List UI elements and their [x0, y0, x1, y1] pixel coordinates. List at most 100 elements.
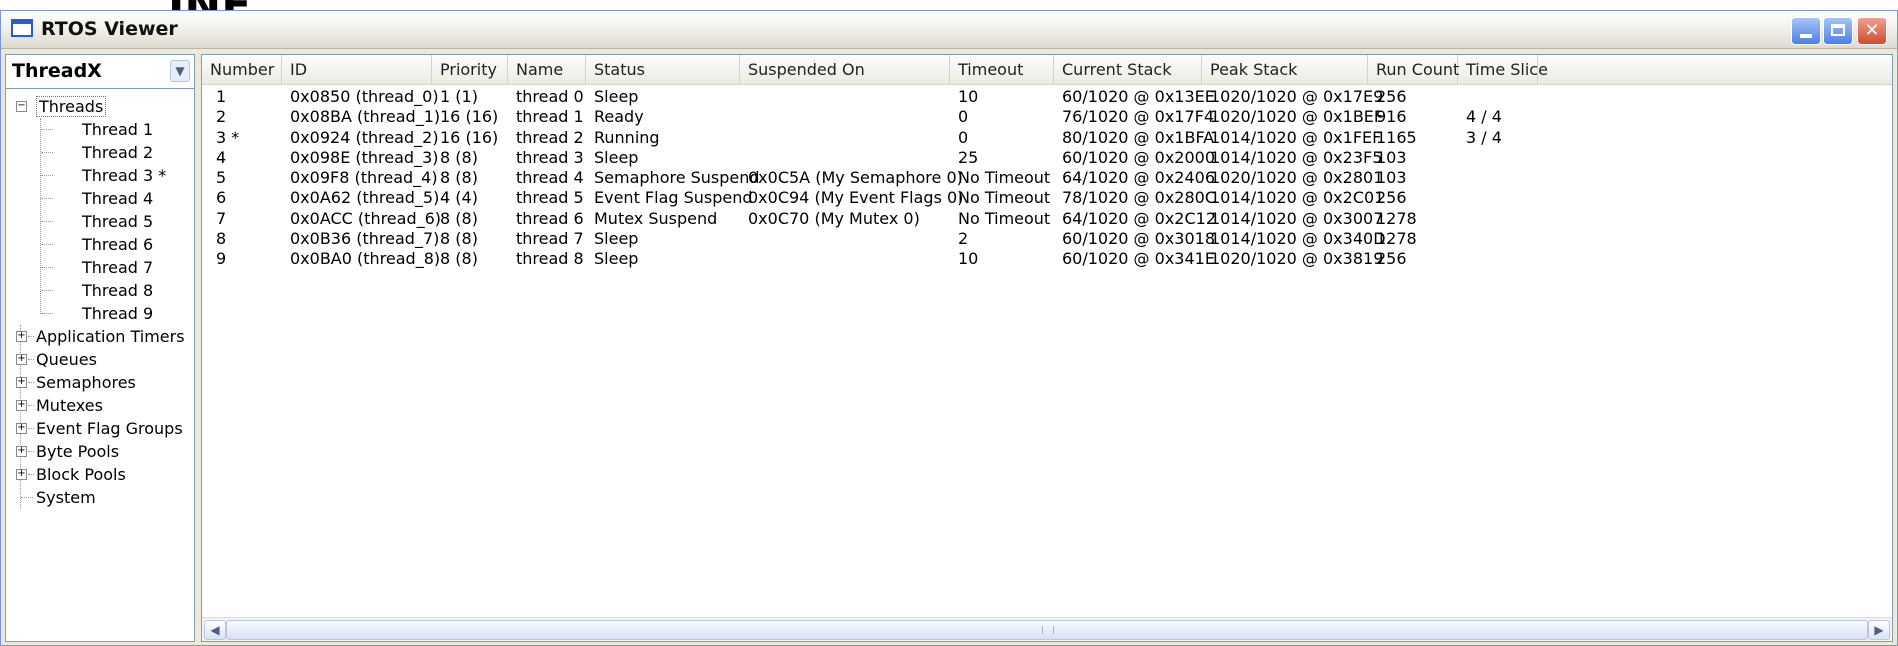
table-cell: 0x08BA (thread_1): [290, 107, 441, 127]
tree-item-group[interactable]: + Queues: [6, 348, 194, 371]
table-cell: Sleep: [594, 249, 639, 269]
table-cell: thread 5: [516, 188, 584, 208]
table-row[interactable]: 1 0x0850 (thread_0) 1 (1) thread 0 Sleep 10 60…: [202, 87, 1892, 107]
expand-icon[interactable]: +: [16, 400, 27, 411]
close-button[interactable]: ✕: [1857, 17, 1887, 45]
tree-item-group[interactable]: + Semaphores: [6, 371, 194, 394]
table-row[interactable]: 6 0x0A62 (thread_5) 4 (4) thread 5 Event Fla…: [202, 188, 1892, 208]
expand-icon[interactable]: +: [16, 354, 27, 365]
expand-icon[interactable]: +: [16, 423, 27, 434]
tree-item-thread[interactable]: Thread 5: [6, 210, 194, 233]
tree-item-threads[interactable]: − Threads: [6, 95, 194, 118]
table-row[interactable]: 3 * 0x0924 (thread_2) 16 (16) thread 2 Runni…: [202, 128, 1892, 148]
table-cell: thread 6: [516, 208, 584, 228]
table-cell: 8 (8): [440, 249, 478, 269]
expand-icon[interactable]: +: [16, 377, 27, 388]
table-cell: 64/1020 @ 0x2C12: [1062, 208, 1216, 228]
column-header[interactable]: Suspended On: [740, 55, 950, 84]
table-cell: 8 (8): [440, 208, 478, 228]
tree-label-thread: Thread 6: [82, 235, 154, 254]
table-row[interactable]: 4 0x098E (thread_3) 8 (8) thread 3 Sleep 25 60…: [202, 148, 1892, 168]
scrollbar-grip: [1042, 626, 1054, 634]
expand-icon[interactable]: +: [16, 469, 27, 480]
table-row[interactable]: 9 0x0BA0 (thread_8) 8 (8) thread 8 Sleep 10 60…: [202, 249, 1892, 269]
tree-item-thread[interactable]: Thread 4: [6, 187, 194, 210]
arrow-right-icon[interactable]: ▶: [1868, 620, 1890, 640]
expand-icon[interactable]: +: [16, 331, 27, 342]
tree-connector: [21, 497, 33, 498]
tree-label-system: System: [36, 488, 96, 507]
table-cell: 80/1020 @ 0x1BFA: [1062, 127, 1215, 147]
column-header[interactable]: ID: [282, 55, 432, 84]
table-cell: 256: [1376, 87, 1407, 106]
tree-connector: [28, 405, 34, 406]
column-header[interactable]: Current Stack: [1054, 55, 1202, 84]
tree-label-threads: Threads: [36, 96, 107, 117]
table-cell: 2: [958, 229, 969, 249]
column-header[interactable]: Peak Stack: [1202, 55, 1368, 84]
table-cell: 1014/1020 @ 0x1FEF: [1210, 127, 1382, 147]
horizontal-scrollbar[interactable]: ◀ ▶: [202, 617, 1892, 641]
tree-label-group: Event Flag Groups: [36, 419, 183, 438]
tree-item-thread[interactable]: Thread 6: [6, 233, 194, 256]
tree-label-thread: Thread 7: [82, 258, 154, 277]
table-row[interactable]: 7 0x0ACC (thread_6) 8 (8) thread 6 Mutex Sus…: [202, 209, 1892, 229]
tree-item-group[interactable]: + Block Pools: [6, 463, 194, 486]
tree-item-thread[interactable]: Thread 2: [6, 141, 194, 164]
table-row[interactable]: 8 0x0B36 (thread_7) 8 (8) thread 7 Sleep 2 60/…: [202, 229, 1892, 249]
tree-item-group[interactable]: + Application Timers: [6, 325, 194, 348]
scrollbar-thumb[interactable]: [226, 620, 1868, 640]
minimize-button[interactable]: [1791, 17, 1821, 45]
tree-item-thread[interactable]: Thread 9: [6, 302, 194, 325]
table-cell: 1014/1020 @ 0x3007: [1210, 208, 1384, 228]
table-cell: 1014/1020 @ 0x23F5: [1210, 147, 1383, 167]
tree-item-thread[interactable]: Thread 1: [6, 118, 194, 141]
title-bar[interactable]: RTOS Viewer ✕: [1, 11, 1897, 49]
column-header[interactable]: Timeout: [950, 55, 1054, 84]
tree-label-thread: Thread 8: [82, 281, 154, 300]
column-header[interactable]: Priority: [432, 55, 508, 84]
tree-label-thread: Thread 1: [82, 120, 154, 139]
minimize-icon: [1800, 34, 1812, 38]
tree-connector: [28, 336, 34, 337]
tree-item-group[interactable]: + Byte Pools: [6, 440, 194, 463]
table-row[interactable]: 2 0x08BA (thread_1) 16 (16) thread 1 Ready 0 7…: [202, 107, 1892, 127]
column-header[interactable]: Time Slice: [1458, 55, 1548, 84]
column-header[interactable]: Status: [586, 55, 740, 84]
tree-connector: [41, 267, 53, 268]
tree-item-thread[interactable]: Thread 8: [6, 279, 194, 302]
tree-connector: [41, 198, 53, 199]
tree-label-group: Byte Pools: [36, 442, 120, 461]
tree-item-group[interactable]: + Event Flag Groups: [6, 417, 194, 440]
table-cell: 60/1020 @ 0x2000: [1062, 147, 1216, 167]
tree-item-system[interactable]: System: [6, 486, 194, 509]
tree-connector: [28, 428, 34, 429]
table-cell: 1165: [1376, 127, 1417, 147]
table-cell: 3 / 4: [1466, 127, 1502, 147]
object-tree: − Threads Thread 1 Thread 2 Thread 3 * Thread…: [6, 95, 194, 509]
expand-icon[interactable]: +: [16, 446, 27, 457]
rtos-select[interactable]: ThreadX ▼: [6, 55, 194, 89]
table-cell: 4 / 4: [1466, 107, 1502, 127]
table-cell: 8 (8): [440, 229, 478, 249]
tree-item-thread[interactable]: Thread 7: [6, 256, 194, 279]
table-row[interactable]: 5 0x09F8 (thread_4) 8 (8) thread 4 Semaphore…: [202, 168, 1892, 188]
column-header[interactable]: Run Count: [1368, 55, 1459, 84]
tree-item-thread[interactable]: Thread 3 *: [6, 164, 194, 187]
tree-item-group[interactable]: + Mutexes: [6, 394, 194, 417]
table-cell: 64/1020 @ 0x2406: [1062, 168, 1216, 188]
chevron-down-icon[interactable]: ▼: [170, 60, 190, 82]
table-cell: Running: [594, 127, 660, 147]
column-header[interactable]: Name: [508, 55, 586, 84]
column-header[interactable]: Number: [202, 55, 282, 84]
table-cell: Ready: [594, 107, 644, 127]
arrow-left-icon[interactable]: ◀: [204, 620, 226, 640]
table-cell: Sleep: [594, 147, 639, 167]
table-cell: 76/1020 @ 0x17F4: [1062, 107, 1215, 127]
table-cell: 0x0C94 (My Event Flags 0): [748, 188, 964, 208]
maximize-button[interactable]: [1823, 17, 1853, 45]
table-cell: 8 (8): [440, 147, 478, 167]
table-cell: 916: [1376, 107, 1407, 127]
table-cell: 7: [216, 208, 227, 228]
collapse-icon[interactable]: −: [16, 101, 27, 112]
